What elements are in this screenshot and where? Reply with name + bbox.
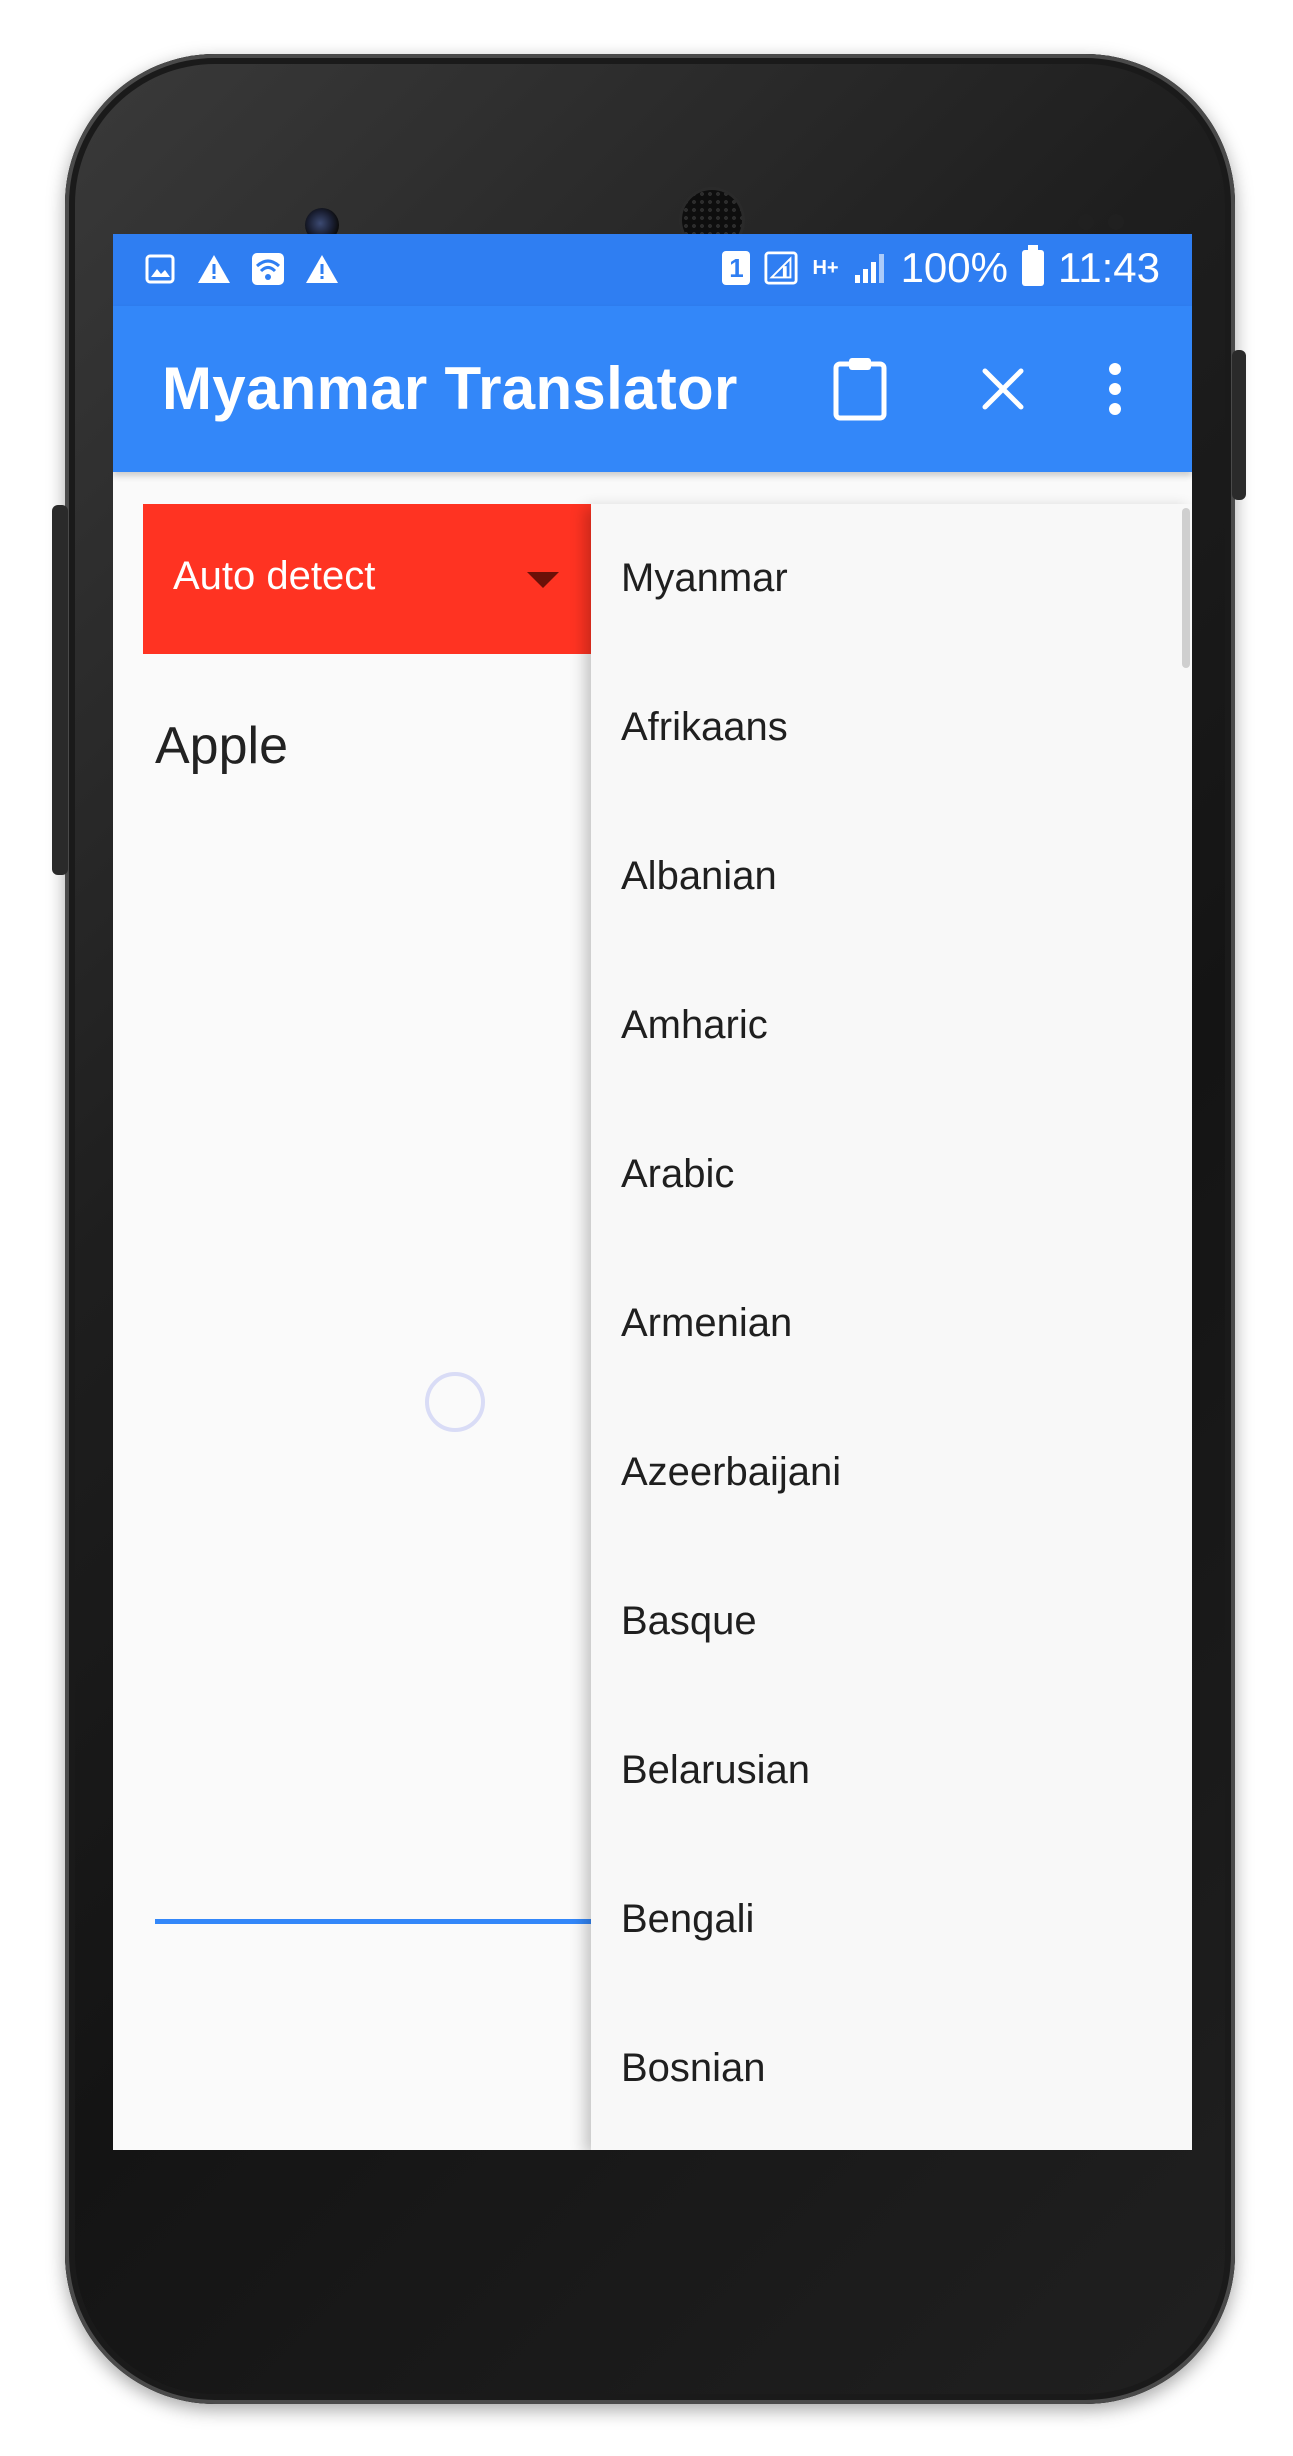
sim-indicator: 1 bbox=[722, 251, 751, 285]
dropdown-item-azeerbaijani[interactable]: Azeerbaijani bbox=[591, 1398, 1192, 1547]
battery-icon bbox=[1022, 245, 1044, 286]
more-vert-icon bbox=[1107, 361, 1123, 422]
app-bar: Myanmar Translator bbox=[113, 306, 1192, 472]
dropdown-item-bosnian[interactable]: Bosnian bbox=[591, 1994, 1192, 2143]
volume-button bbox=[52, 505, 68, 875]
dropdown-arrow-icon bbox=[527, 572, 559, 588]
battery-percent: 100% bbox=[900, 244, 1008, 291]
light-sensor bbox=[1108, 214, 1124, 230]
warning-icon bbox=[197, 252, 231, 286]
dropdown-item-afrikaans[interactable]: Afrikaans bbox=[591, 653, 1192, 802]
dropdown-item-basque[interactable]: Basque bbox=[591, 1547, 1192, 1696]
app-title: Myanmar Translator bbox=[162, 355, 738, 422]
power-button bbox=[1232, 350, 1246, 500]
system-status: 1 H+ 100% 11:43 bbox=[722, 244, 1160, 292]
clipboard-icon bbox=[830, 356, 890, 427]
dropdown-item-arabic[interactable]: Arabic bbox=[591, 1100, 1192, 1249]
notification-icons bbox=[143, 252, 339, 286]
screen: 1 H+ 100% 11:43 Myanmar Translator Auto … bbox=[113, 234, 1192, 2150]
signal-outline-icon bbox=[764, 251, 798, 285]
dropdown-item-albanian[interactable]: Albanian bbox=[591, 802, 1192, 951]
dropdown-scrollbar[interactable] bbox=[1182, 508, 1190, 668]
input-underline bbox=[155, 1919, 605, 1924]
clear-button[interactable] bbox=[958, 346, 1048, 436]
clipboard-button[interactable] bbox=[815, 346, 905, 436]
source-language-label: Auto detect bbox=[173, 554, 376, 598]
source-language-spinner[interactable]: Auto detect bbox=[143, 504, 603, 654]
image-icon bbox=[143, 252, 177, 286]
proximity-sensor bbox=[1078, 214, 1094, 230]
warning-icon bbox=[305, 252, 339, 286]
loading-spinner-icon bbox=[425, 1372, 485, 1432]
language-dropdown-list[interactable]: Myanmar Afrikaans Albanian Amharic Arabi… bbox=[591, 504, 1192, 2150]
source-text-input[interactable]: Apple bbox=[153, 714, 597, 1518]
status-bar: 1 H+ 100% 11:43 bbox=[113, 234, 1192, 306]
dropdown-item-armenian[interactable]: Armenian bbox=[591, 1249, 1192, 1398]
clock: 11:43 bbox=[1058, 244, 1160, 291]
dropdown-item-belarusian[interactable]: Belarusian bbox=[591, 1696, 1192, 1845]
dropdown-item-myanmar[interactable]: Myanmar bbox=[591, 504, 1192, 653]
dropdown-item-amharic[interactable]: Amharic bbox=[591, 951, 1192, 1100]
dropdown-item-bengali[interactable]: Bengali bbox=[591, 1845, 1192, 1994]
overflow-menu-button[interactable] bbox=[1080, 346, 1150, 436]
wifi-icon bbox=[251, 252, 285, 286]
close-icon bbox=[979, 365, 1027, 418]
signal-icon bbox=[853, 251, 887, 285]
network-type: H+ bbox=[812, 257, 839, 279]
